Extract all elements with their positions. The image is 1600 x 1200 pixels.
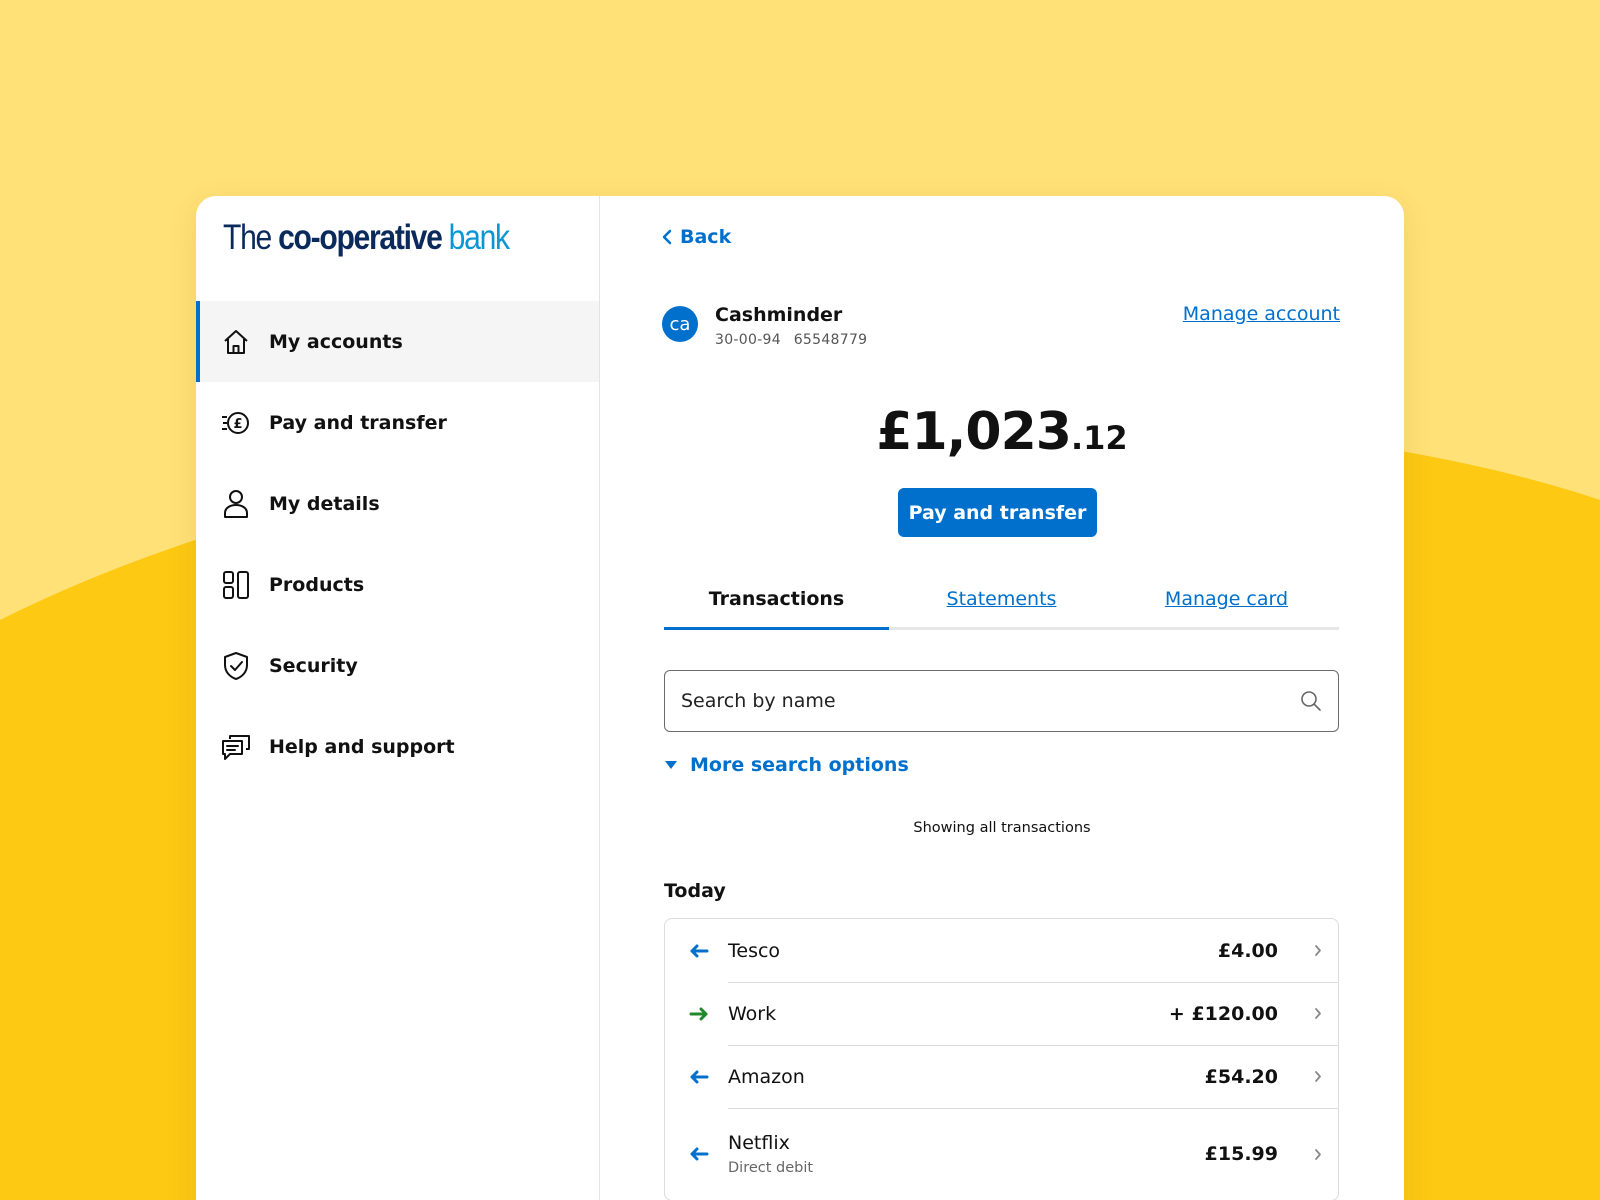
transaction-amount: £15.99 [1204, 1143, 1278, 1165]
search-box [664, 670, 1339, 732]
account-tabs: Transactions Statements Manage card [664, 578, 1339, 630]
transaction-amount: + £120.00 [1168, 1002, 1278, 1025]
sidebar-item-label: My details [269, 492, 380, 515]
arrow-left-icon [665, 944, 728, 958]
back-link[interactable]: Back [662, 226, 731, 248]
shield-check-icon [221, 651, 251, 681]
pay-and-transfer-button[interactable]: Pay and transfer [898, 488, 1097, 537]
transaction-name: Work [728, 1002, 777, 1025]
transaction-name: Netflix [728, 1132, 790, 1154]
sidebar-item-label: Security [269, 654, 358, 677]
arrow-left-icon [665, 1070, 728, 1084]
search-icon[interactable] [1300, 690, 1322, 712]
logo-word-cooperative: co-operative [278, 218, 443, 257]
sidebar-item-label: Help and support [269, 735, 455, 758]
logo-word-the: The [223, 218, 272, 257]
transaction-name: Tesco [728, 939, 781, 962]
account-avatar: ca [662, 306, 698, 342]
caret-down-icon [665, 761, 677, 769]
transaction-row[interactable]: Amazon £54.20 [665, 1045, 1338, 1108]
sidebar-item-label: My accounts [269, 330, 403, 353]
balance-major: £1,023 [876, 402, 1072, 462]
transaction-amount: £54.20 [1204, 1065, 1278, 1088]
balance-minor: .12 [1070, 419, 1128, 457]
transaction-body: Amazon [728, 1066, 1205, 1088]
transaction-body: Netflix Direct debit [728, 1132, 1205, 1176]
transaction-row[interactable]: Netflix Direct debit £15.99 [665, 1108, 1338, 1200]
logo-word-bank: bank [448, 218, 510, 257]
pound-coin-icon: £ [221, 408, 251, 438]
tab-statements[interactable]: Statements [889, 578, 1114, 627]
showing-status: Showing all transactions [913, 820, 1091, 836]
main-content: Back ca Cashminder 30-00-94 65548779 Man… [600, 196, 1404, 1200]
sidebar-item-security[interactable]: Security [196, 625, 599, 706]
sidebar-item-label: Products [269, 573, 365, 596]
transaction-subtitle: Direct debit [728, 1160, 814, 1176]
chat-bubbles-icon [221, 732, 251, 762]
bank-logo[interactable]: The co-operative bank [223, 218, 510, 258]
svg-text:£: £ [233, 417, 242, 432]
arrow-left-icon [665, 1147, 728, 1161]
more-search-options-label: More search options [690, 754, 909, 776]
manage-account-link[interactable]: Manage account [1183, 303, 1340, 325]
chevron-right-icon [1298, 1148, 1338, 1161]
back-label: Back [680, 226, 732, 248]
account-header: ca Cashminder 30-00-94 65548779 [662, 304, 867, 348]
search-input[interactable] [681, 690, 1300, 712]
sidebar-item-pay-and-transfer[interactable]: £ Pay and transfer [196, 382, 599, 463]
sidebar-nav: My accounts £ Pay and transfer My detail… [196, 301, 599, 787]
sidebar: The co-operative bank My accounts £ Pay … [196, 196, 600, 1200]
more-search-options-toggle[interactable]: More search options [664, 754, 909, 776]
chevron-right-icon [1298, 944, 1338, 957]
sidebar-item-my-accounts[interactable]: My accounts [196, 301, 599, 382]
sidebar-item-products[interactable]: Products [196, 544, 599, 625]
home-icon [221, 327, 251, 357]
transaction-body: Work [728, 1003, 1169, 1025]
chevron-left-icon [662, 229, 672, 245]
app-window: The co-operative bank My accounts £ Pay … [196, 196, 1404, 1200]
transaction-body: Tesco [728, 940, 1218, 962]
transactions-group-title: Today [664, 880, 726, 902]
sort-code: 30-00-94 [715, 332, 781, 348]
tab-transactions[interactable]: Transactions [664, 578, 889, 630]
transaction-name: Amazon [728, 1065, 805, 1088]
transaction-amount: £4.00 [1217, 939, 1278, 962]
transaction-row[interactable]: Tesco £4.00 [665, 919, 1338, 982]
chevron-right-icon [1298, 1007, 1338, 1020]
sidebar-item-my-details[interactable]: My details [196, 463, 599, 544]
person-icon [221, 489, 251, 519]
account-info: Cashminder 30-00-94 65548779 [715, 304, 867, 348]
account-balance: £1,023.12 [600, 402, 1404, 462]
account-numbers: 30-00-94 65548779 [715, 332, 867, 348]
sidebar-item-label: Pay and transfer [269, 411, 447, 434]
account-number: 65548779 [793, 332, 868, 348]
transaction-list: Tesco £4.00 Work + £120.00 Amazon £54.20… [664, 918, 1339, 1200]
account-name: Cashminder [715, 304, 843, 326]
tab-manage-card[interactable]: Manage card [1114, 578, 1339, 627]
chevron-right-icon [1298, 1070, 1338, 1083]
sidebar-item-help-and-support[interactable]: Help and support [196, 706, 599, 787]
arrow-right-icon [665, 1007, 728, 1021]
products-grid-icon [221, 570, 251, 600]
transaction-row[interactable]: Work + £120.00 [665, 982, 1338, 1045]
